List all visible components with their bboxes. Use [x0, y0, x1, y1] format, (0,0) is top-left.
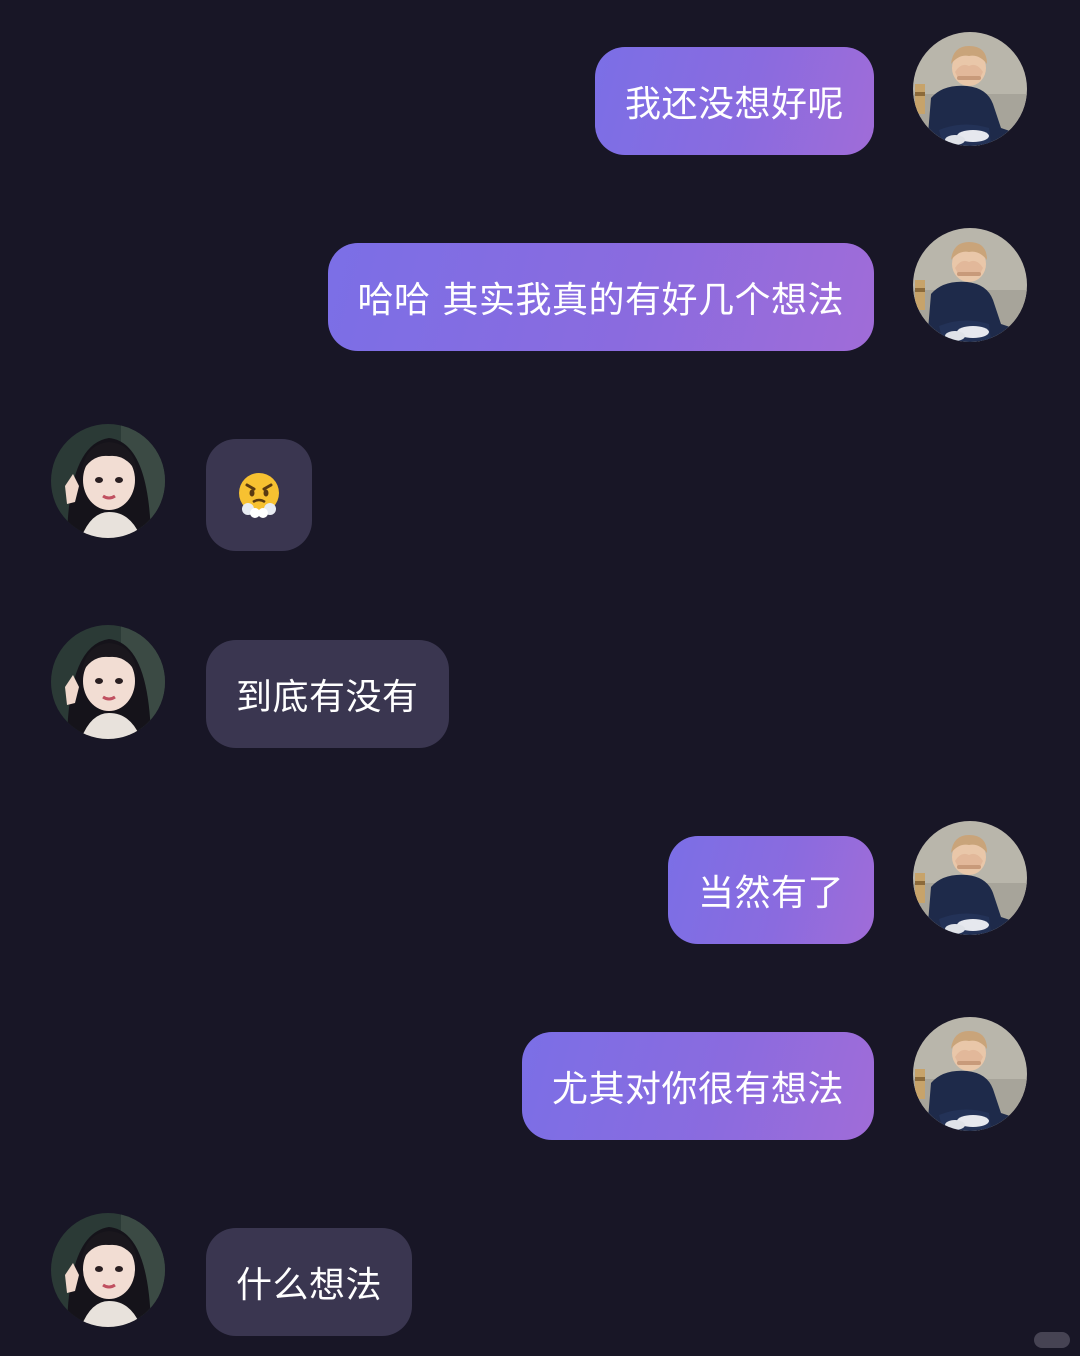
sent-message-bubble[interactable]: 当然有了 — [667, 836, 874, 944]
message-text: 当然有了 — [697, 873, 844, 914]
received-message-bubble[interactable]: 什么想法 — [206, 1228, 413, 1336]
boy-covering-face-avatar[interactable] — [913, 821, 1027, 935]
sent-message-bubble[interactable]: 尤其对你很有想法 — [521, 1032, 874, 1140]
face-with-steam-emoji-icon — [239, 473, 279, 518]
chat-thread: 我还没想好呢 哈哈 其实我真的有好几个想法 到底有没有 当然有了 尤其对你很有想… — [0, 0, 1080, 1356]
watermark-logo — [1034, 1332, 1070, 1348]
boy-covering-face-avatar[interactable] — [913, 32, 1027, 146]
girl-peace-sign-avatar[interactable] — [51, 625, 165, 739]
received-message-bubble[interactable] — [206, 439, 312, 551]
girl-peace-sign-avatar[interactable] — [51, 1213, 165, 1327]
message-text: 什么想法 — [236, 1265, 383, 1306]
message-text: 我还没想好呢 — [624, 84, 844, 125]
boy-covering-face-avatar[interactable] — [913, 228, 1027, 342]
message-text: 哈哈 其实我真的有好几个想法 — [357, 280, 844, 321]
message-text: 到底有没有 — [236, 677, 419, 718]
message-text: 尤其对你很有想法 — [551, 1069, 844, 1110]
sent-message-bubble[interactable]: 哈哈 其实我真的有好几个想法 — [327, 243, 874, 351]
girl-peace-sign-avatar[interactable] — [51, 424, 165, 538]
received-message-bubble[interactable]: 到底有没有 — [206, 640, 449, 748]
sent-message-bubble[interactable]: 我还没想好呢 — [594, 47, 874, 155]
boy-covering-face-avatar[interactable] — [913, 1017, 1027, 1131]
